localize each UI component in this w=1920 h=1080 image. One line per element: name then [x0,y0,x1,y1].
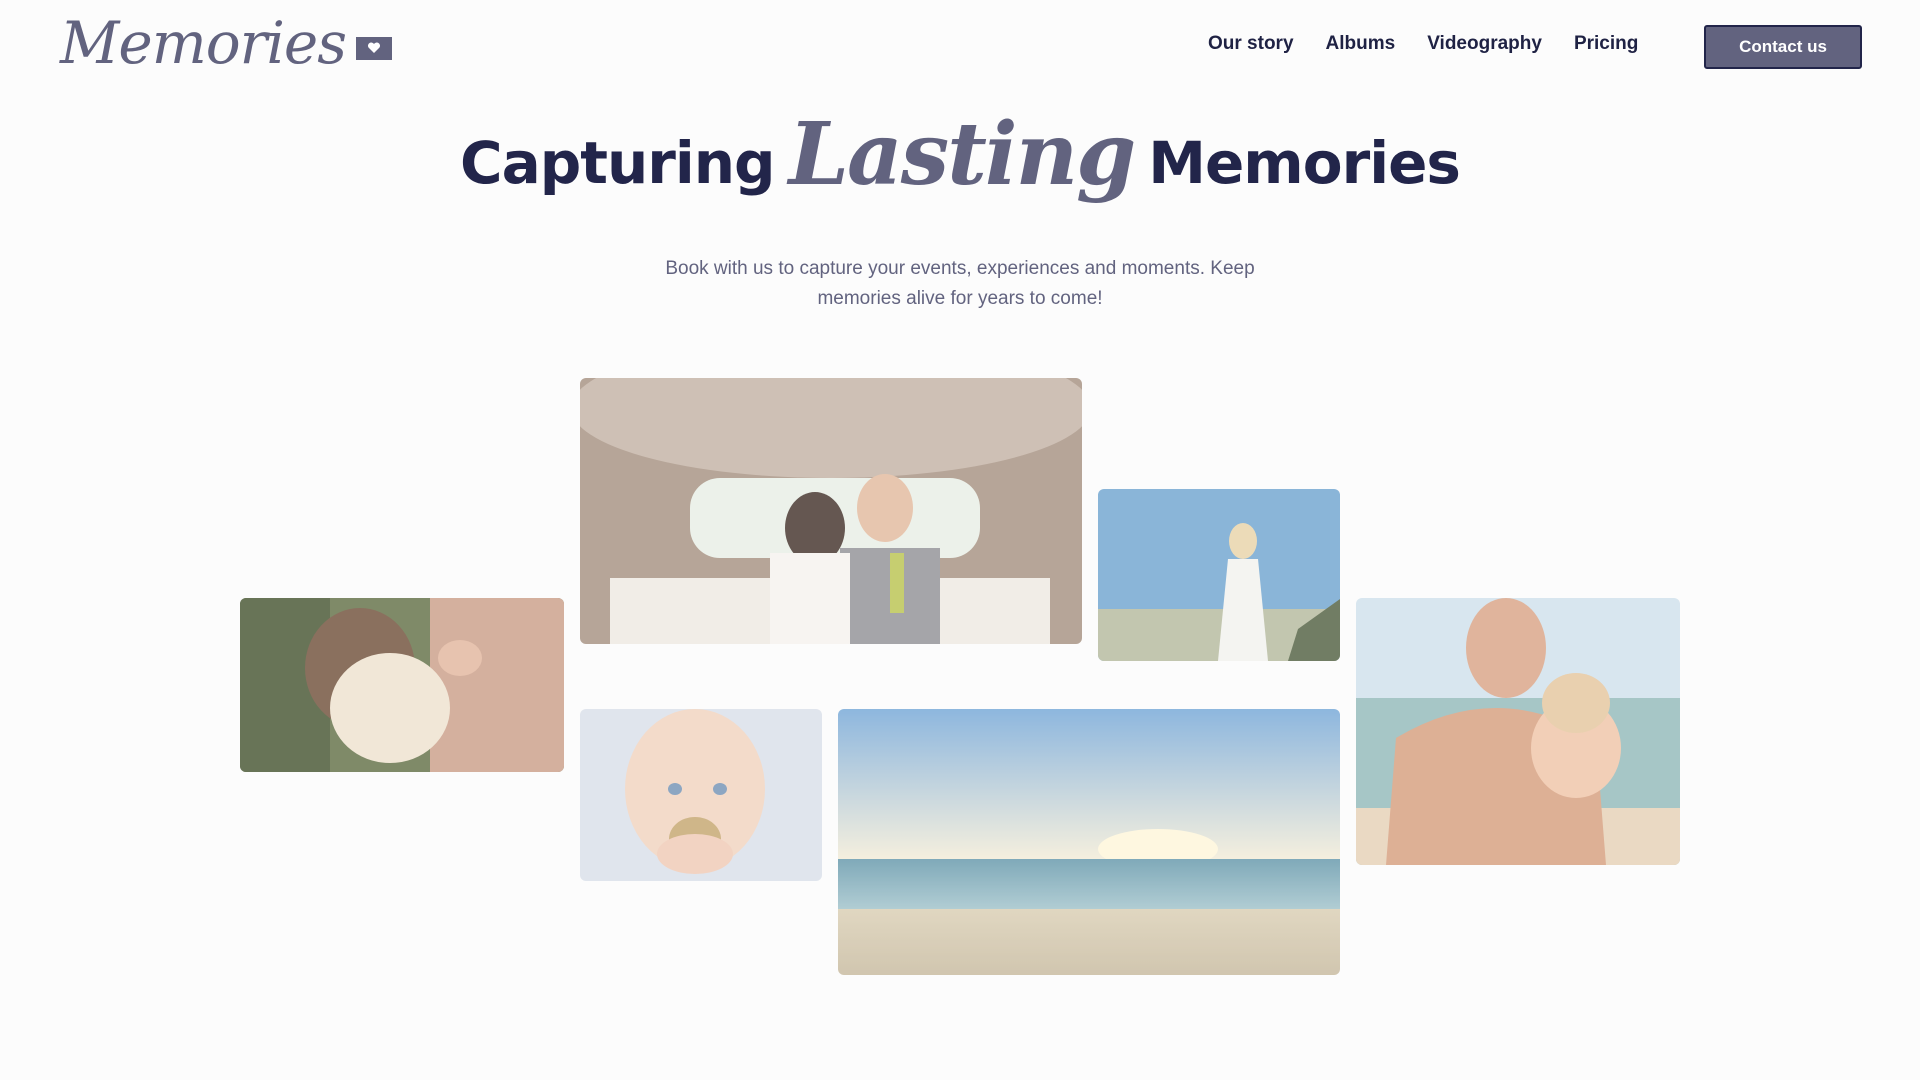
nav-pricing[interactable]: Pricing [1574,33,1638,55]
photo-baby [580,709,822,881]
nav-albums[interactable]: Albums [1326,33,1396,55]
photo-girl-hugging [240,598,564,772]
heart-icon [356,36,392,60]
photo-bride-field [1098,489,1340,661]
logo-text: Memories [60,9,347,77]
nav-videography[interactable]: Videography [1427,33,1542,55]
photo-father-and-baby [1356,598,1680,865]
photo-beach-sunset [838,709,1340,975]
hero-title-prefix: Capturing [460,129,776,197]
nav-our-story[interactable]: Our story [1208,33,1294,55]
hero-title: Capturing Lasting Memories [0,112,1920,198]
contact-us-button[interactable]: Contact us [1704,25,1862,69]
hero-title-suffix: Memories [1148,129,1461,197]
photo-wedding-couple [580,378,1082,644]
main-nav: Our story Albums Videography Pricing [1208,26,1638,62]
site-header: Memories Our story Albums Videography Pr… [0,0,1920,96]
logo[interactable]: Memories [60,8,392,78]
hero-subtitle: Book with us to capture your events, exp… [665,258,1255,309]
hero-title-script: Lasting [788,104,1137,205]
